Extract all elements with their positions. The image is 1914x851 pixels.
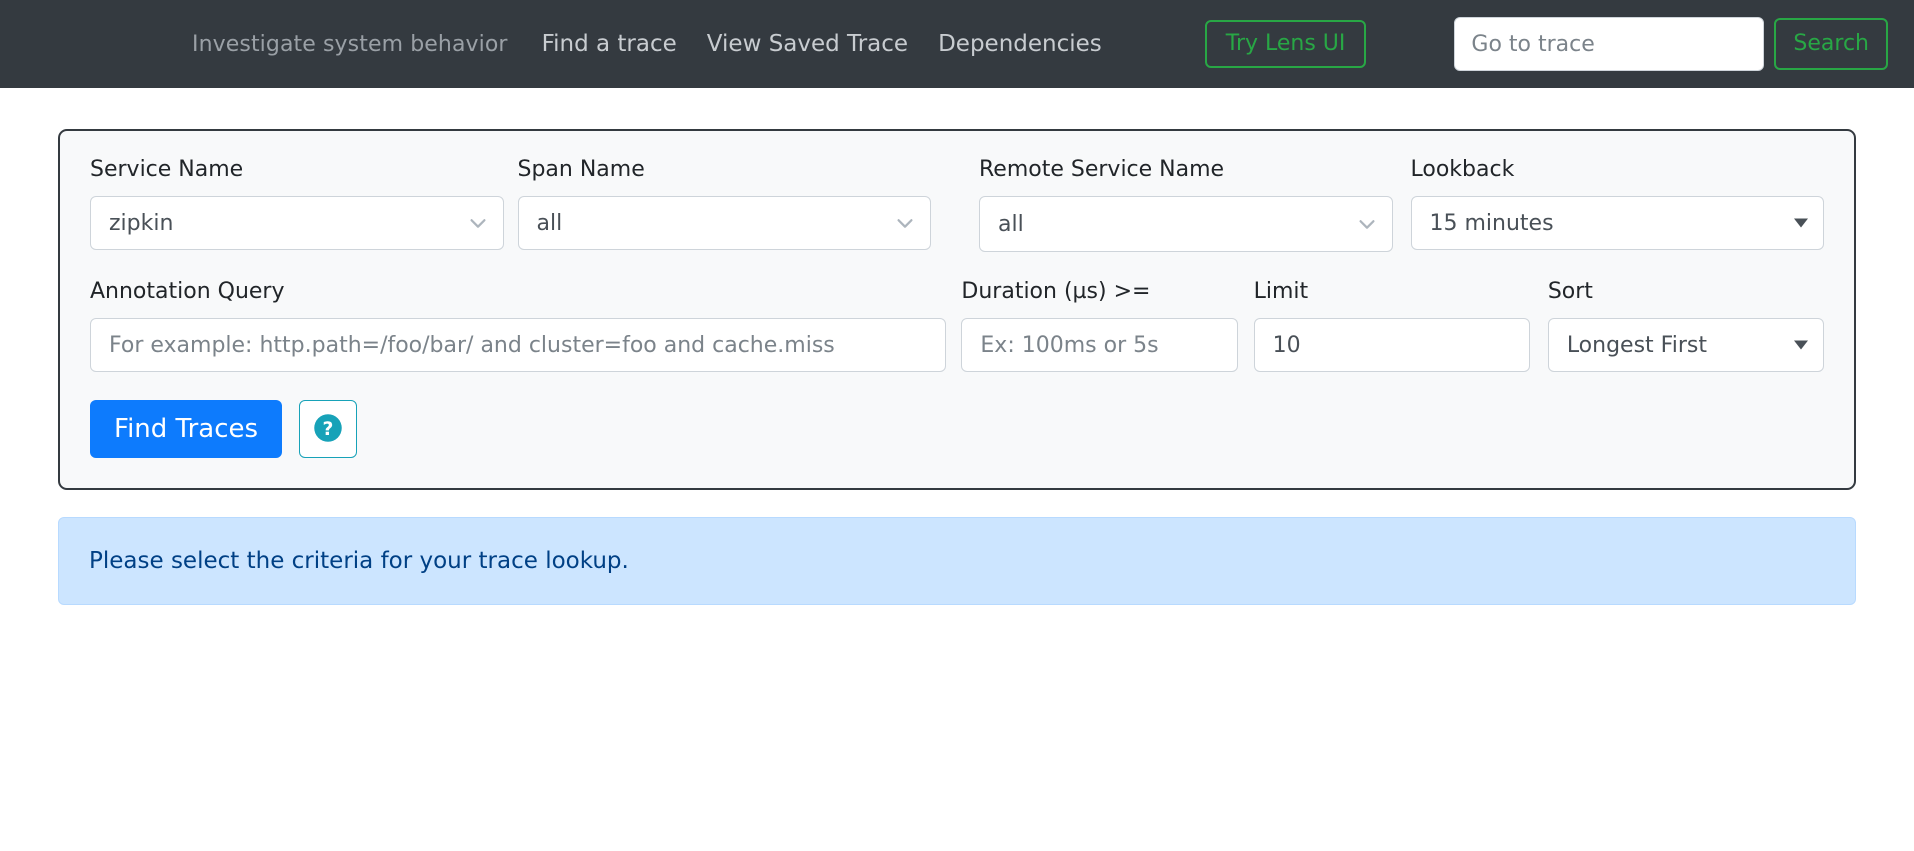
annotation-query-field: Annotation Query [90, 279, 946, 372]
help-button[interactable]: ? [299, 400, 357, 458]
try-lens-ui-button[interactable]: Try Lens UI [1205, 20, 1367, 68]
span-name-field: Span Name all [518, 157, 932, 250]
annotation-query-label: Annotation Query [90, 279, 946, 304]
nav-item-dependencies[interactable]: Dependencies [938, 31, 1102, 57]
lookback-field: Lookback 15 minutes [1411, 157, 1825, 250]
top-navbar: Investigate system behavior Find a trace… [0, 0, 1914, 88]
lookback-select-wrapper: 15 minutes [1411, 196, 1825, 250]
sort-select-wrapper: Longest First [1548, 318, 1824, 372]
sort-select[interactable]: Longest First [1548, 318, 1824, 372]
chevron-down-icon [1356, 213, 1378, 235]
remote-service-name-select[interactable]: all [979, 196, 1393, 252]
duration-field: Duration (µs) >= [961, 279, 1237, 372]
service-name-label: Service Name [90, 157, 504, 182]
criteria-alert-message: Please select the criteria for your trac… [89, 548, 629, 574]
duration-label: Duration (µs) >= [961, 279, 1237, 304]
brand-tagline: Investigate system behavior [192, 32, 508, 57]
page-body: Service Name zipkin Span Name all [0, 129, 1914, 605]
question-circle-icon: ? [313, 413, 343, 446]
limit-input[interactable] [1254, 318, 1530, 372]
search-filters-row-2: Annotation Query Duration (µs) >= Limit … [90, 279, 1824, 372]
navbar-right-group: Try Lens UI Search [1205, 17, 1888, 71]
search-actions: Find Traces ? [90, 400, 1824, 458]
service-name-value: zipkin [109, 211, 173, 236]
limit-field: Limit [1254, 279, 1530, 372]
go-to-trace-input[interactable] [1454, 17, 1764, 71]
limit-label: Limit [1254, 279, 1530, 304]
annotation-query-input[interactable] [90, 318, 946, 372]
primary-nav: Find a trace View Saved Trace Dependenci… [542, 31, 1102, 57]
span-name-label: Span Name [518, 157, 932, 182]
find-traces-button[interactable]: Find Traces [90, 400, 282, 458]
sort-label: Sort [1548, 279, 1824, 304]
chevron-down-icon [467, 212, 489, 234]
sort-field: Sort Longest First [1548, 279, 1824, 372]
svg-text:?: ? [323, 419, 334, 440]
search-button[interactable]: Search [1774, 18, 1888, 70]
span-name-select[interactable]: all [518, 196, 932, 250]
duration-input[interactable] [961, 318, 1237, 372]
remote-service-name-value: all [998, 212, 1024, 237]
service-name-field: Service Name zipkin [90, 157, 504, 250]
lookback-label: Lookback [1411, 157, 1825, 182]
span-name-value: all [537, 211, 563, 236]
search-filters-row-1: Service Name zipkin Span Name all [90, 157, 1824, 252]
service-name-select[interactable]: zipkin [90, 196, 504, 250]
trace-search-card: Service Name zipkin Span Name all [58, 129, 1856, 490]
criteria-alert: Please select the criteria for your trac… [58, 517, 1856, 605]
remote-service-name-field: Remote Service Name all [979, 157, 1393, 252]
nav-item-view-saved-trace[interactable]: View Saved Trace [707, 31, 908, 57]
remote-service-name-label: Remote Service Name [979, 157, 1393, 182]
chevron-down-icon [894, 212, 916, 234]
lookback-select[interactable]: 15 minutes [1411, 196, 1825, 250]
nav-item-find-a-trace[interactable]: Find a trace [542, 31, 677, 57]
